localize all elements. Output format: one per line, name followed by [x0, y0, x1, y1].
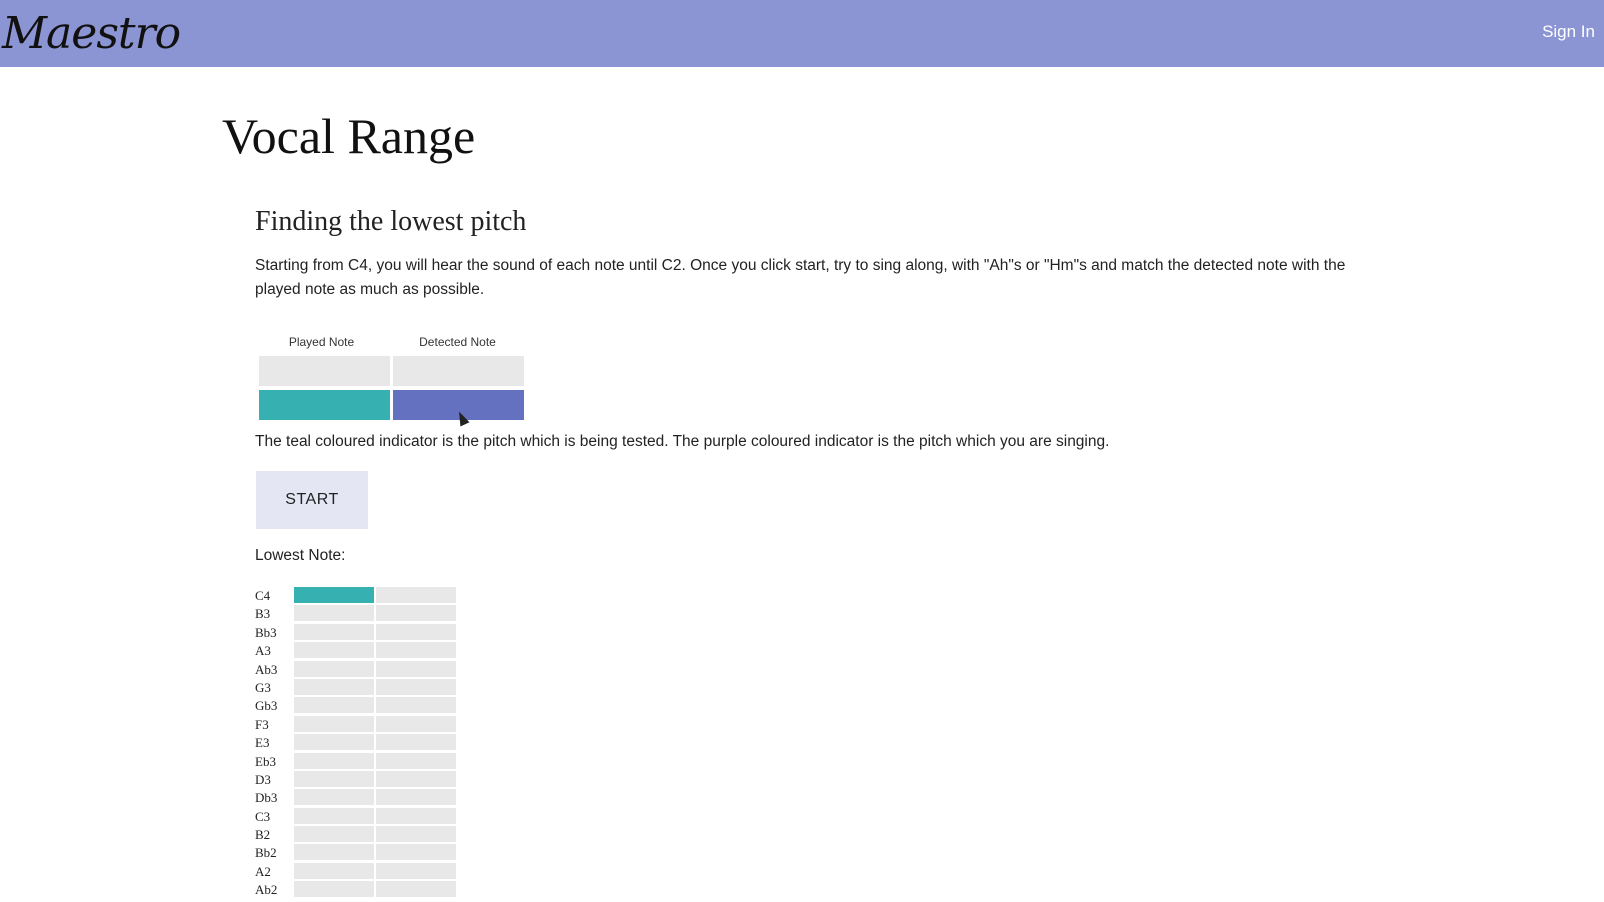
detected-note-upper-cell [393, 356, 524, 386]
detected-note-cell [376, 826, 456, 843]
note-name: D3 [255, 771, 271, 787]
maestro-logo[interactable]: Maestro [2, 6, 181, 62]
played-note-cell [294, 881, 374, 898]
detected-note-cell [376, 881, 456, 898]
played-note-cell [294, 862, 374, 879]
note-name: Ab3 [255, 661, 278, 677]
detected-note-cell [376, 770, 456, 787]
detected-note-cell [376, 642, 456, 659]
note-name: C3 [255, 808, 271, 824]
detected-note-cell [376, 587, 456, 603]
note-name: G3 [255, 679, 271, 695]
played-note-cell [294, 844, 374, 861]
indicator-explanation: The teal coloured indicator is the pitch… [255, 433, 1110, 450]
played-note-cell [294, 807, 374, 824]
note-name: Ab2 [255, 882, 278, 898]
note-name: E3 [255, 735, 270, 751]
detected-note-cell [376, 697, 456, 714]
note-name: F3 [255, 716, 269, 732]
section-title: Finding the lowest pitch [255, 206, 527, 237]
played-note-indicator [259, 390, 390, 420]
played-note-cell [294, 697, 374, 714]
top-nav-bar: Maestro Sign In [0, 0, 1604, 67]
played-note-label: Played Note [288, 335, 355, 349]
played-note-cell [294, 587, 374, 603]
detected-note-cell [376, 678, 456, 695]
played-note-cell [294, 734, 374, 751]
detected-note-cell [376, 789, 456, 806]
detected-note-cell [376, 752, 456, 769]
detected-note-cell [376, 623, 456, 640]
note-name: Bb3 [255, 624, 277, 640]
played-note-cell [294, 789, 374, 806]
sign-in-link[interactable]: Sign In [1542, 22, 1595, 42]
detected-note-cell [376, 734, 456, 751]
note-name: A3 [255, 643, 271, 659]
played-note-cell [294, 605, 374, 622]
played-note-cell [294, 752, 374, 769]
note-name: B2 [255, 827, 271, 843]
detected-note-cell [376, 844, 456, 861]
note-name: Gb3 [255, 698, 278, 714]
detected-note-cell [376, 605, 456, 622]
note-name: A2 [255, 863, 271, 879]
lowest-note-label: Lowest Note: [255, 547, 346, 564]
detected-note-cell [376, 715, 456, 732]
note-name: Bb2 [255, 845, 277, 861]
note-name: Db3 [255, 790, 278, 806]
note-name: B3 [255, 606, 271, 622]
start-button[interactable]: START [256, 471, 368, 529]
played-note-cell [294, 826, 374, 843]
detected-note-cell [376, 862, 456, 879]
played-note-cell [294, 770, 374, 787]
note-name: C4 [255, 588, 271, 603]
page-title: Vocal Range [222, 108, 476, 164]
played-note-cell [294, 715, 374, 732]
detected-note-cell [376, 807, 456, 824]
detected-note-label: Detected Note [419, 335, 496, 349]
played-note-cell [294, 642, 374, 659]
played-note-cell [294, 623, 374, 640]
played-note-cell [294, 660, 374, 677]
played-note-cell [294, 678, 374, 695]
instructions-text: Starting from C4, you will hear the soun… [255, 257, 1346, 298]
detected-note-cell [376, 660, 456, 677]
played-note-upper-cell [259, 356, 390, 386]
note-name: Eb3 [255, 753, 276, 769]
